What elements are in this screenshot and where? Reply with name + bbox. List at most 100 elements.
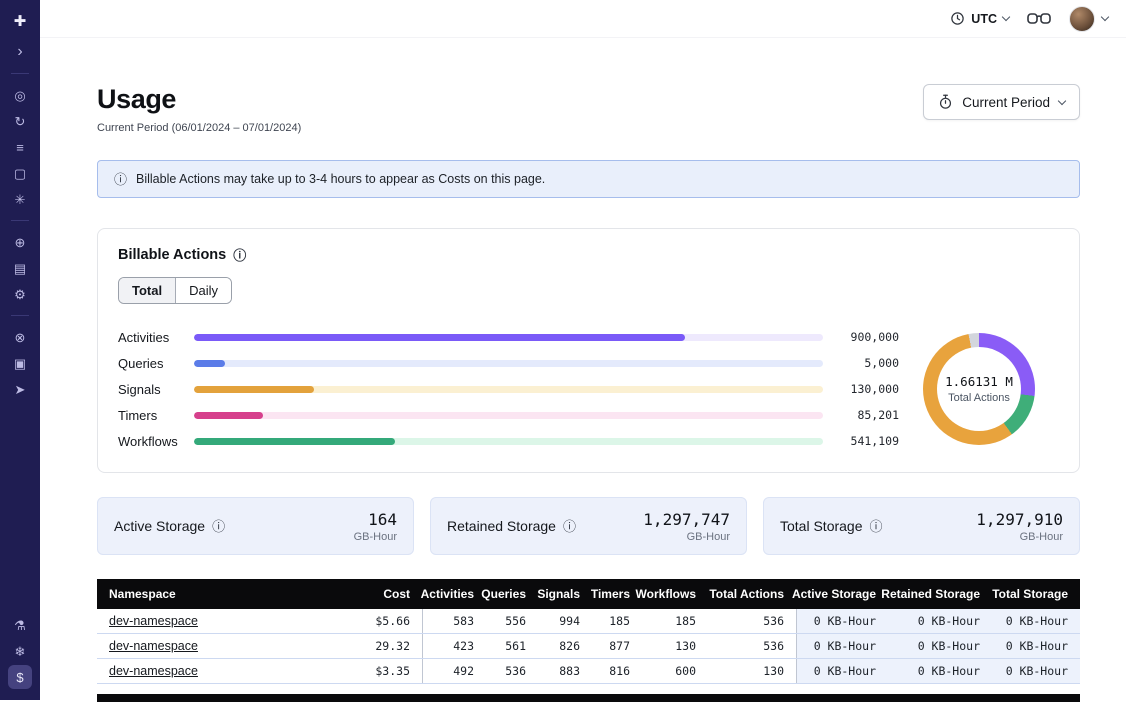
info-icon[interactable]: ⓘ — [233, 249, 246, 262]
bar-track — [194, 360, 823, 367]
bar-fill — [194, 386, 314, 393]
theme-snowflake-icon[interactable]: ❄ — [8, 639, 32, 663]
cell: 29.32 — [338, 634, 422, 658]
bar-value: 900,000 — [835, 330, 899, 344]
cell: $5.66 — [338, 609, 422, 633]
usage-dollar-icon[interactable]: $ — [8, 665, 32, 689]
column-header: Workflows — [642, 579, 708, 609]
info-icon[interactable]: ⓘ — [212, 520, 225, 533]
billing-card-icon[interactable]: ▤ — [8, 256, 32, 280]
column-header: Active Storage — [796, 579, 888, 609]
storage-value: 1,297,910 — [976, 510, 1063, 529]
storage-value-wrap: 164GB-Hour — [354, 510, 397, 543]
storage-label-text: Retained Storage — [447, 518, 556, 534]
period-selector-button[interactable]: Current Period — [923, 84, 1080, 120]
cell: 185 — [642, 609, 708, 633]
billable-actions-card: Billable Actions ⓘ Total Daily Activitie… — [97, 228, 1080, 473]
timezone-selector[interactable]: UTC — [950, 11, 1009, 26]
bar-row-workflows: Workflows541,109 — [118, 428, 899, 454]
donut-center: 1.66131 M Total Actions — [923, 333, 1035, 445]
storage-unit: GB-Hour — [643, 531, 730, 543]
bar-label: Timers — [118, 408, 182, 423]
chevron-down-icon — [1058, 96, 1066, 104]
cell: 877 — [592, 634, 642, 658]
namespace-link[interactable]: dev-namespace — [109, 639, 198, 653]
temporal-logo-icon[interactable]: ✚ — [8, 9, 32, 33]
title-row: Usage Current Period (06/01/2024 – 07/01… — [97, 84, 1080, 134]
settings-gear-icon[interactable]: ⚙ — [8, 282, 32, 306]
cell: 600 — [642, 659, 708, 683]
page-title: Usage — [97, 84, 301, 115]
account-menu[interactable] — [1069, 6, 1108, 32]
nexus-icon[interactable]: ✳ — [8, 187, 32, 211]
table-row: dev-namespace$3.354925368838166001300 KB… — [97, 659, 1080, 684]
donut-total-label: Total Actions — [948, 392, 1010, 404]
namespace-usage-table: NamespaceCostActivitiesQueriesSignalsTim… — [97, 579, 1080, 702]
bar-fill — [194, 412, 263, 419]
stopwatch-icon — [938, 94, 953, 110]
cell: dev-namespace — [97, 609, 338, 633]
bar-row-timers: Timers85,201 — [118, 402, 899, 428]
billable-card-title: Billable Actions ⓘ — [118, 247, 1059, 263]
bar-value: 5,000 — [835, 356, 899, 370]
info-icon[interactable]: ⓘ — [563, 520, 576, 533]
docs-book-icon[interactable]: ▣ — [8, 351, 32, 375]
chevron-down-icon — [1101, 13, 1109, 21]
cell: 536 — [708, 634, 796, 658]
column-header: Cost — [338, 579, 422, 609]
cell: 536 — [486, 659, 538, 683]
namespace-link[interactable]: dev-namespace — [109, 664, 198, 678]
cell: 583 — [422, 609, 486, 633]
bar-value: 130,000 — [835, 382, 899, 396]
cell: 492 — [422, 659, 486, 683]
column-header: Namespace — [97, 579, 338, 609]
cell: 0 KB-Hour — [888, 659, 992, 683]
cell: 130 — [708, 659, 796, 683]
namespaces-icon[interactable]: ◎ — [8, 83, 32, 107]
table-row: dev-namespace$5.665835569941851855360 KB… — [97, 609, 1080, 634]
column-header: Retained Storage — [888, 579, 992, 609]
cell: $3.35 — [338, 659, 422, 683]
column-header: Signals — [538, 579, 592, 609]
bar-row-queries: Queries5,000 — [118, 350, 899, 376]
namespace-link[interactable]: dev-namespace — [109, 614, 198, 628]
sidebar-divider — [11, 315, 29, 316]
tab-total[interactable]: Total — [119, 278, 175, 303]
cell: 994 — [538, 609, 592, 633]
sidebar-top-icons: ✚ › ◎↻≡▢✳ ⊕▤⚙ ⊗▣➤ — [8, 8, 32, 402]
labs-flask-icon[interactable]: ⚗ — [8, 613, 32, 637]
support-glasses-icon[interactable] — [1027, 12, 1051, 25]
table-body: dev-namespace$5.665835569941851855360 KB… — [97, 609, 1080, 684]
cloud-globe-icon[interactable]: ⊕ — [8, 230, 32, 254]
task-queues-icon[interactable]: ≡ — [8, 135, 32, 159]
expand-chevron-icon[interactable]: › — [8, 40, 32, 64]
cell: 561 — [486, 634, 538, 658]
table-footer-bar — [97, 694, 1080, 702]
schedules-icon[interactable]: ↻ — [8, 109, 32, 133]
bar-label: Signals — [118, 382, 182, 397]
getting-started-icon[interactable]: ➤ — [8, 377, 32, 401]
column-header: Total Actions — [708, 579, 796, 609]
column-header: Activities — [422, 579, 486, 609]
sidebar-bottom-icons: ⚗❄$ — [8, 612, 32, 690]
bar-value: 541,109 — [835, 434, 899, 448]
cell: 883 — [538, 659, 592, 683]
info-icon: ⓘ — [114, 173, 127, 186]
billable-title-text: Billable Actions — [118, 247, 226, 263]
deployments-icon[interactable]: ▢ — [8, 161, 32, 185]
storage-label: Active Storage ⓘ — [114, 518, 225, 534]
limits-cancel-icon[interactable]: ⊗ — [8, 325, 32, 349]
tab-daily[interactable]: Daily — [175, 278, 231, 303]
clock-icon — [950, 11, 965, 26]
avatar — [1069, 6, 1095, 32]
bar-track — [194, 412, 823, 419]
sidebar: ✚ › ◎↻≡▢✳ ⊕▤⚙ ⊗▣➤ ⚗❄$ — [0, 0, 40, 700]
storage-label: Total Storageⓘ — [780, 518, 883, 534]
column-header: Queries — [486, 579, 538, 609]
storage-label-text: Active Storage — [114, 518, 205, 534]
bar-chart: Activities900,000Queries5,000Signals130,… — [118, 324, 899, 454]
bar-track — [194, 386, 823, 393]
timezone-label: UTC — [971, 12, 997, 26]
info-icon[interactable]: ⓘ — [870, 520, 883, 533]
donut-chart: 1.66131 M Total Actions — [923, 333, 1035, 445]
